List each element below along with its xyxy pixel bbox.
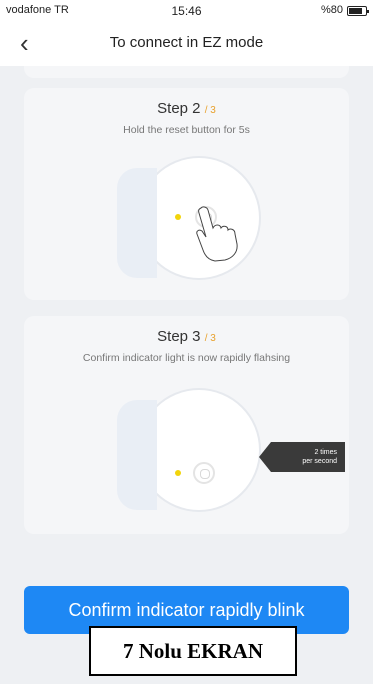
previous-step-card	[24, 66, 349, 78]
step-3-description: Confirm indicator light is now rapidly f…	[82, 352, 291, 364]
screen-caption: 7 Nolu EKRAN	[89, 626, 297, 676]
indicator-light	[175, 470, 181, 476]
power-button-icon	[193, 462, 215, 484]
content-area: Step 2 / 3 Hold the reset button for 5s …	[0, 66, 373, 684]
battery-fill	[349, 8, 362, 14]
battery-percent: %80	[320, 4, 343, 16]
badge-line-2: per second	[302, 458, 337, 465]
pressing-hand-icon	[196, 206, 238, 262]
badge-line-1: 2 times	[314, 449, 337, 456]
step-2-total: / 3	[204, 105, 216, 116]
device-shadow	[117, 400, 157, 510]
status-bar: vodafone TR 15:46 %80	[0, 0, 373, 22]
step-3-card: Step 3 / 3 Confirm indicator light is no…	[24, 316, 349, 534]
blink-rate-badge: 2 times per second	[259, 442, 345, 472]
step-3-label: Step 3	[157, 328, 201, 345]
device-shadow	[117, 168, 157, 278]
battery-icon	[347, 6, 369, 16]
step-2-card: Step 2 / 3 Hold the reset button for 5s	[24, 88, 349, 300]
navigation-bar: ‹ To connect in EZ mode	[0, 22, 373, 66]
step-2-label: Step 2	[157, 100, 201, 117]
step-3-heading: Step 3 / 3	[24, 328, 349, 345]
indicator-light	[175, 214, 181, 220]
page-title: To connect in EZ mode	[109, 34, 264, 51]
clock: 15:46	[171, 4, 202, 18]
device-illustration	[117, 158, 259, 278]
step-2-heading: Step 2 / 3	[24, 100, 349, 117]
step-2-description: Hold the reset button for 5s	[123, 124, 250, 136]
step-3-total: / 3	[204, 333, 216, 344]
device-illustration	[117, 390, 259, 510]
